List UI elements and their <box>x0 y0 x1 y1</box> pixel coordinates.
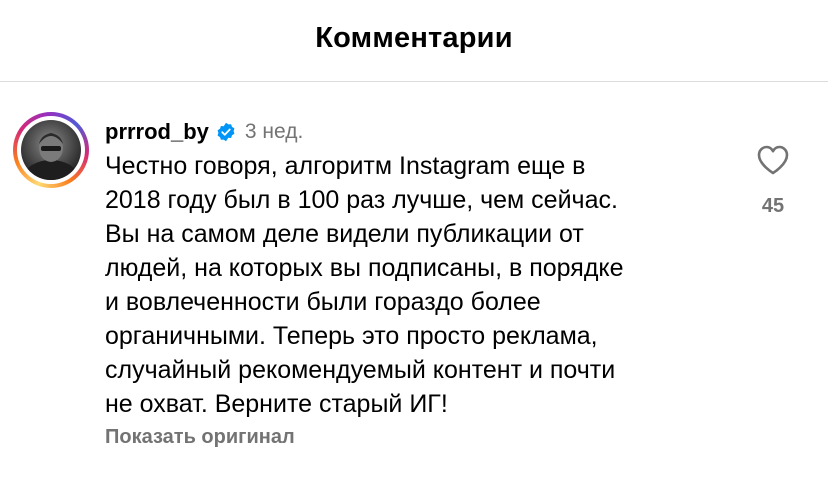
heart-outline-icon <box>757 145 789 175</box>
page-title: Комментарии <box>315 22 513 54</box>
show-original-link[interactable]: Показать оригинал <box>105 426 295 449</box>
like-count: 45 <box>761 195 785 217</box>
comment-meta: prrrod_by 3 нед. <box>105 119 303 145</box>
verified-badge-icon <box>216 122 236 142</box>
avatar[interactable] <box>13 112 89 188</box>
username-link[interactable]: prrrod_by <box>105 119 209 145</box>
comment-timestamp: 3 нед. <box>244 120 304 143</box>
comments-header: Комментарии <box>0 0 828 82</box>
comment-item: prrrod_by 3 нед. Честно говоря, алгоритм… <box>0 82 828 478</box>
comment-text: Честно говоря, алгоритм Instagram еще в … <box>105 152 624 418</box>
avatar-photo <box>21 120 81 180</box>
avatar-person-image <box>25 133 77 180</box>
avatar-ring-gap <box>17 116 85 184</box>
like-button[interactable] <box>756 144 790 176</box>
